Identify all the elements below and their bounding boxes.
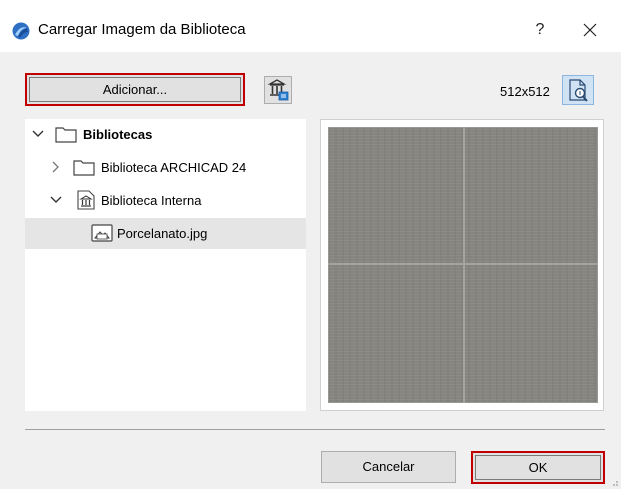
folder-icon	[55, 127, 77, 143]
zoom-preview-icon	[569, 79, 588, 102]
chevron-down-icon[interactable]	[49, 193, 63, 207]
resize-grip-icon[interactable]	[609, 477, 619, 487]
library-manager-button[interactable]	[264, 76, 292, 104]
texture-preview	[328, 127, 598, 403]
chevron-right-icon[interactable]	[49, 160, 63, 174]
tree-item-label: Biblioteca Interna	[101, 193, 202, 208]
tree-item-label: Porcelanato.jpg	[117, 226, 208, 241]
image-file-icon	[91, 224, 113, 242]
tree-item-label: Bibliotecas	[83, 127, 153, 142]
close-icon[interactable]	[575, 17, 605, 43]
library-tree[interactable]: Bibliotecas Biblioteca ARCHICAD 24 Bibli…	[25, 119, 306, 411]
help-button[interactable]: ?	[528, 17, 552, 43]
resolution-label: 512x512	[500, 84, 550, 99]
tree-item-biblioteca-archicad[interactable]: Biblioteca ARCHICAD 24	[25, 152, 306, 183]
tree-item-label: Biblioteca ARCHICAD 24	[101, 160, 247, 175]
title-bar: Carregar Imagem da Biblioteca ?	[0, 0, 621, 52]
add-button[interactable]: Adicionar...	[25, 73, 245, 106]
footer-divider	[25, 429, 605, 430]
tile-grout-horizontal	[328, 263, 598, 265]
tree-item-porcelanato[interactable]: Porcelanato.jpg	[25, 218, 306, 249]
chevron-down-icon[interactable]	[31, 127, 45, 141]
ok-button[interactable]: OK	[471, 451, 605, 484]
embedded-library-icon	[77, 190, 95, 210]
cancel-button[interactable]: Cancelar	[321, 451, 456, 483]
window-title: Carregar Imagem da Biblioteca	[38, 21, 246, 38]
tree-item-bibliotecas[interactable]: Bibliotecas	[25, 119, 306, 150]
ok-button-label: OK	[475, 455, 601, 480]
image-preview-frame	[320, 119, 604, 411]
add-button-label: Adicionar...	[29, 77, 241, 102]
folder-icon	[73, 160, 95, 176]
dialog-body: Adicionar... 512x512 Bibliotecas Bibliot…	[0, 52, 621, 489]
library-manager-icon	[267, 79, 289, 101]
archicad-logo-icon	[12, 22, 30, 40]
zoom-preview-button[interactable]	[562, 75, 594, 105]
tree-item-biblioteca-interna[interactable]: Biblioteca Interna	[25, 185, 306, 216]
tile-grout-vertical	[463, 127, 465, 403]
